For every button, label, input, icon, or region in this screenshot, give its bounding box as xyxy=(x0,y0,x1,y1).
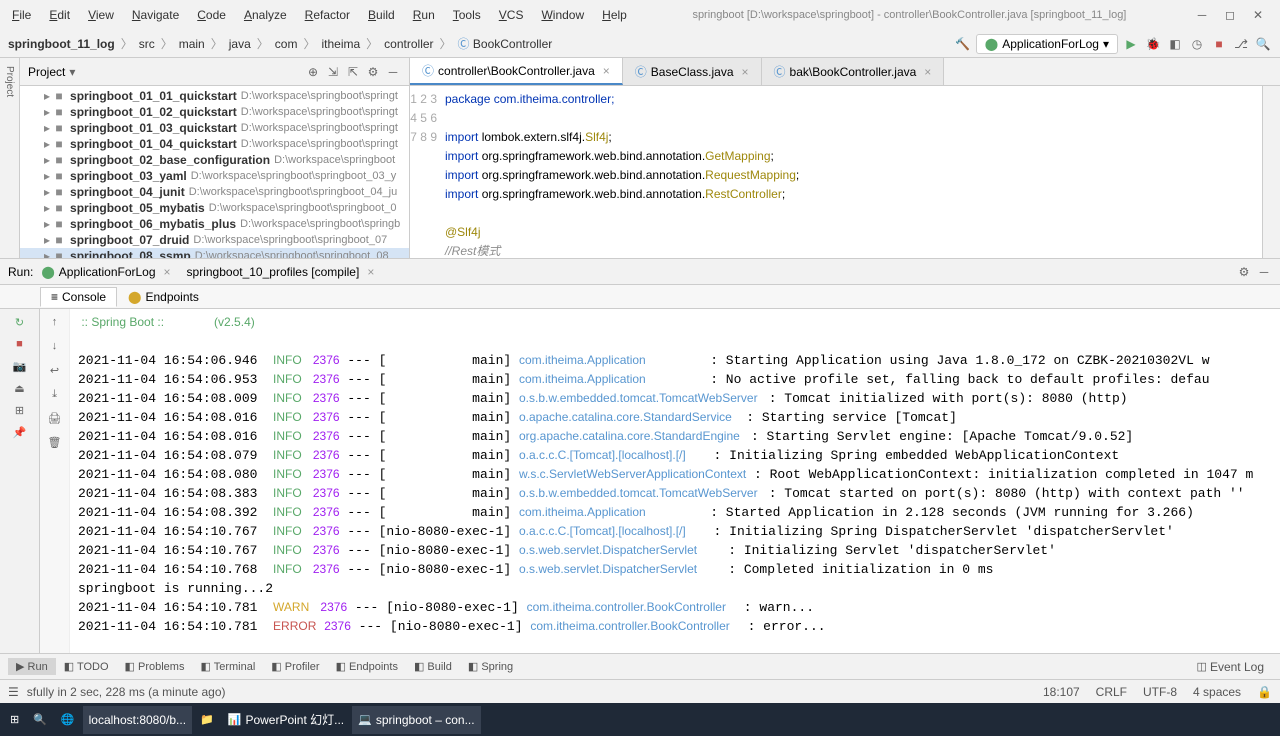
menu-tools[interactable]: Tools xyxy=(445,4,489,26)
breadcrumb-item[interactable]: java xyxy=(229,37,251,51)
git-button[interactable]: ⎇ xyxy=(1232,35,1250,53)
event-log-tab[interactable]: ◫ Event Log xyxy=(1189,658,1272,676)
tree-item[interactable]: ▸■springboot_03_yamlD:\workspace\springb… xyxy=(20,168,409,184)
menu-view[interactable]: View xyxy=(80,4,122,26)
menu-code[interactable]: Code xyxy=(189,4,234,26)
maximize-button[interactable]: ◻ xyxy=(1220,5,1240,25)
line-gutter: 1 2 3 4 5 6 7 8 9 xyxy=(410,86,445,258)
rerun-icon[interactable]: ↻ xyxy=(10,313,30,331)
bottom-tab-terminal[interactable]: ◧ Terminal xyxy=(192,658,263,675)
cursor-position: 18:107 xyxy=(1043,685,1080,699)
search-button[interactable]: 🔍 xyxy=(1254,35,1272,53)
menu-file[interactable]: File xyxy=(4,4,39,26)
editor-tab[interactable]: Ⓒcontroller\BookController.java× xyxy=(410,58,623,85)
breadcrumb-item[interactable]: springboot_11_log xyxy=(8,37,115,51)
tree-item[interactable]: ▸■springboot_04_junitD:\workspace\spring… xyxy=(20,184,409,200)
line-separator[interactable]: CRLF xyxy=(1096,685,1127,699)
console-output[interactable]: :: Spring Boot :: (v2.5.4) 2021-11-04 16… xyxy=(70,309,1280,653)
breadcrumb-item[interactable]: com xyxy=(275,37,298,51)
project-tool-button[interactable]: Project xyxy=(0,58,20,258)
menu-vcs[interactable]: VCS xyxy=(491,4,532,26)
minimize-button[interactable]: ─ xyxy=(1192,5,1212,25)
exit-icon[interactable]: ⏏ xyxy=(10,379,30,397)
clear-icon[interactable]: 🗑 xyxy=(45,433,65,451)
run-settings-icon[interactable]: ⚙ xyxy=(1236,264,1252,280)
code-editor[interactable]: package com.itheima.controller; import l… xyxy=(445,86,1262,258)
coverage-button[interactable]: ◧ xyxy=(1166,35,1184,53)
project-header-label: Project xyxy=(28,65,65,79)
tree-item[interactable]: ▸■springboot_01_03_quickstartD:\workspac… xyxy=(20,120,409,136)
bottom-tab-run[interactable]: ▶ Run xyxy=(8,658,56,675)
select-opened-icon[interactable]: ⊕ xyxy=(305,64,321,80)
menu-window[interactable]: Window xyxy=(533,4,592,26)
profile-button[interactable]: ◷ xyxy=(1188,35,1206,53)
endpoints-tab[interactable]: ⬤Endpoints xyxy=(117,287,210,307)
menu-analyze[interactable]: Analyze xyxy=(236,4,295,26)
pin-icon[interactable]: 📌 xyxy=(10,423,30,441)
tree-item[interactable]: ▸■springboot_01_02_quickstartD:\workspac… xyxy=(20,104,409,120)
menu-help[interactable]: Help xyxy=(594,4,635,26)
scroll-icon[interactable]: ⤓ xyxy=(45,385,65,403)
bottom-tab-problems[interactable]: ◧ Problems xyxy=(117,658,193,675)
wrap-icon[interactable]: ↩ xyxy=(45,361,65,379)
stop-button[interactable]: ■ xyxy=(1210,35,1228,53)
menu-navigate[interactable]: Navigate xyxy=(124,4,187,26)
menu-run[interactable]: Run xyxy=(405,4,443,26)
up-icon[interactable]: ↑ xyxy=(45,313,65,331)
stop-process-icon[interactable]: ■ xyxy=(10,335,30,353)
editor-right-gutter xyxy=(1262,86,1280,258)
bottom-tab-spring[interactable]: ◧ Spring xyxy=(460,658,521,675)
tree-item[interactable]: ▸■springboot_02_base_configurationD:\wor… xyxy=(20,152,409,168)
build-icon[interactable]: 🔨 xyxy=(954,35,972,53)
tree-item[interactable]: ▸■springboot_08_ssmpD:\workspace\springb… xyxy=(20,248,409,258)
run-config-label: ApplicationForLog xyxy=(1002,37,1099,51)
run-hide-icon[interactable]: ─ xyxy=(1256,264,1272,280)
debug-button[interactable]: 🐞 xyxy=(1144,35,1162,53)
run-config-selector[interactable]: ⬤ ApplicationForLog ▾ xyxy=(976,34,1118,54)
tree-item[interactable]: ▸■springboot_06_mybatis_plusD:\workspace… xyxy=(20,216,409,232)
encoding[interactable]: UTF-8 xyxy=(1143,685,1177,699)
bottom-tab-endpoints[interactable]: ◧ Endpoints xyxy=(328,658,406,675)
tree-item[interactable]: ▸■springboot_07_druidD:\workspace\spring… xyxy=(20,232,409,248)
indent[interactable]: 4 spaces xyxy=(1193,685,1241,699)
expand-all-icon[interactable]: ⇲ xyxy=(325,64,341,80)
run-tab-compile[interactable]: springboot_10_profiles [compile]× xyxy=(179,263,383,281)
breadcrumb-item[interactable]: Ⓒ BookController xyxy=(458,35,553,52)
editor-tab[interactable]: ⒸBaseClass.java× xyxy=(623,58,762,85)
tree-item[interactable]: ▸■springboot_01_01_quickstartD:\workspac… xyxy=(20,88,409,104)
editor-tab[interactable]: Ⓒbak\BookController.java× xyxy=(762,58,945,85)
print-icon[interactable]: 🖨 xyxy=(45,409,65,427)
menu-build[interactable]: Build xyxy=(360,4,403,26)
menu-refactor[interactable]: Refactor xyxy=(297,4,358,26)
dump-icon[interactable]: 📷 xyxy=(10,357,30,375)
run-button[interactable]: ▶ xyxy=(1122,35,1140,53)
breadcrumb-item[interactable]: src xyxy=(139,37,155,51)
layout-icon[interactable]: ⊞ xyxy=(10,401,30,419)
breadcrumb-item[interactable]: main xyxy=(179,37,205,51)
breadcrumb-item[interactable]: itheima xyxy=(321,37,360,51)
close-button[interactable]: ✕ xyxy=(1248,5,1268,25)
breadcrumb-item[interactable]: controller xyxy=(384,37,433,51)
hide-panel-icon[interactable]: ─ xyxy=(385,64,401,80)
tree-item[interactable]: ▸■springboot_01_04_quickstartD:\workspac… xyxy=(20,136,409,152)
bottom-tab-todo[interactable]: ◧ TODO xyxy=(56,658,117,675)
bottom-tab-profiler[interactable]: ◧ Profiler xyxy=(263,658,327,675)
status-message: sfully in 2 sec, 228 ms (a minute ago) xyxy=(27,685,226,699)
tree-item[interactable]: ▸■springboot_05_mybatisD:\workspace\spri… xyxy=(20,200,409,216)
code-line-1: package com.itheima.controller; xyxy=(445,92,614,106)
run-tab-app[interactable]: ⬤ApplicationForLog× xyxy=(33,263,178,281)
menu-edit[interactable]: Edit xyxy=(41,4,78,26)
window-title: springboot [D:\workspace\springboot] - c… xyxy=(635,9,1184,21)
settings-icon[interactable]: ⚙ xyxy=(365,64,381,80)
bottom-tab-build[interactable]: ◧ Build xyxy=(406,658,460,675)
lock-icon: 🔒 xyxy=(1257,685,1272,699)
run-label: Run: xyxy=(8,265,33,279)
console-tab[interactable]: ≡Console xyxy=(40,287,117,307)
collapse-all-icon[interactable]: ⇱ xyxy=(345,64,361,80)
down-icon[interactable]: ↓ xyxy=(45,337,65,355)
